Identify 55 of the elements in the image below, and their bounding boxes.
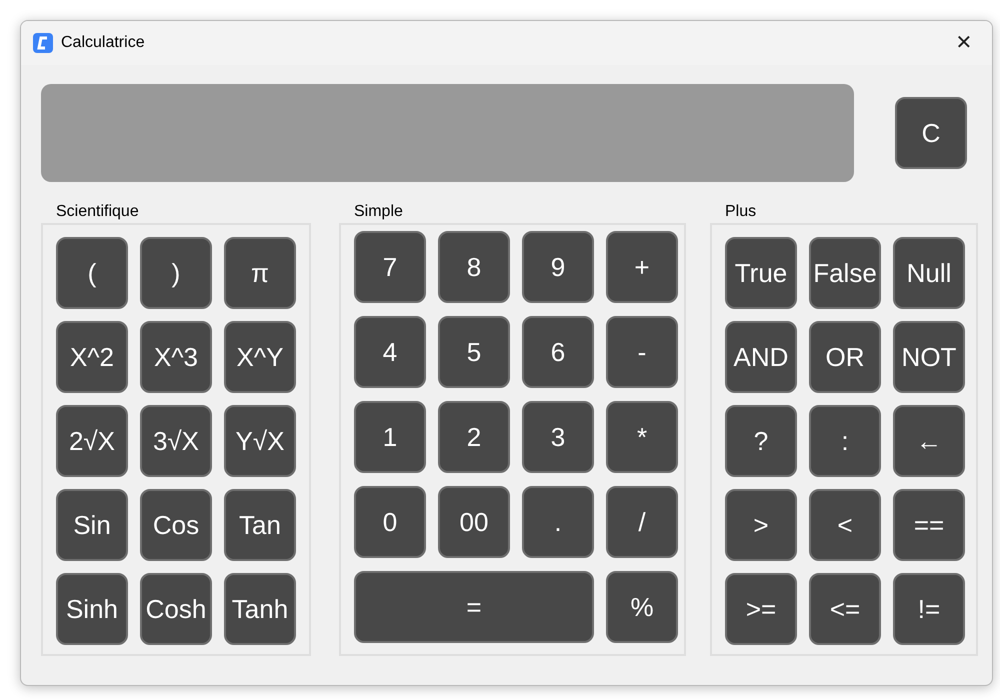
calculator-key[interactable]: 6 <box>522 316 594 388</box>
calculator-key[interactable]: Y√X <box>224 405 296 477</box>
calculator-key[interactable]: False <box>809 237 881 309</box>
calculator-key[interactable]: X^Y <box>224 321 296 393</box>
calculator-key[interactable]: == <box>893 489 965 561</box>
calculator-key[interactable]: / <box>606 486 678 558</box>
calculator-key[interactable]: 2 <box>438 401 510 473</box>
group-label: Simple <box>353 202 404 222</box>
calculator-key[interactable]: True <box>725 237 797 309</box>
calculator-key[interactable]: 9 <box>522 231 594 303</box>
app-logo-icon <box>33 33 53 53</box>
calculator-key[interactable]: 3 <box>522 401 594 473</box>
calculator-key[interactable]: 5 <box>438 316 510 388</box>
calculator-key[interactable]: ? <box>725 405 797 477</box>
calculator-key[interactable]: 0 <box>354 486 426 558</box>
calculator-key[interactable]: . <box>522 486 594 558</box>
calculator-key[interactable]: X^2 <box>56 321 128 393</box>
group-label: Plus <box>724 202 758 222</box>
calculator-key[interactable]: π <box>224 237 296 309</box>
calculator-key[interactable]: * <box>606 401 678 473</box>
calculator-key[interactable]: OR <box>809 321 881 393</box>
calculator-key[interactable]: 7 <box>354 231 426 303</box>
calculator-key[interactable]: 3√X <box>140 405 212 477</box>
calculator-key[interactable]: : <box>809 405 881 477</box>
calculator-key[interactable]: % <box>606 571 678 643</box>
calculator-key[interactable]: Tanh <box>224 573 296 645</box>
calculator-key[interactable]: <= <box>809 573 881 645</box>
calculator-key[interactable]: 2√X <box>56 405 128 477</box>
calculator-key[interactable]: 00 <box>438 486 510 558</box>
group-label: Scientifique <box>55 202 140 222</box>
calculator-key[interactable]: 1 <box>354 401 426 473</box>
calculator-key[interactable]: ← <box>893 405 965 477</box>
calculator-key[interactable]: 4 <box>354 316 426 388</box>
calculator-key[interactable]: + <box>606 231 678 303</box>
calculator-key[interactable]: Sin <box>56 489 128 561</box>
calculator-key[interactable]: - <box>606 316 678 388</box>
calculator-key[interactable]: Cos <box>140 489 212 561</box>
window-title: Calculatrice <box>61 33 145 53</box>
calculator-key[interactable]: NOT <box>893 321 965 393</box>
calculator-key[interactable]: != <box>893 573 965 645</box>
calculator-key[interactable]: = <box>354 571 594 643</box>
calculator-key[interactable]: AND <box>725 321 797 393</box>
calculator-key[interactable]: ) <box>140 237 212 309</box>
calculator-key[interactable]: Null <box>893 237 965 309</box>
calculator-key[interactable]: Sinh <box>56 573 128 645</box>
close-button[interactable]: ✕ <box>948 27 980 59</box>
calculator-key[interactable]: < <box>809 489 881 561</box>
calculator-key[interactable]: > <box>725 489 797 561</box>
clear-button[interactable]: C <box>895 97 967 169</box>
calculator-key[interactable]: Tan <box>224 489 296 561</box>
calculator-key[interactable]: X^3 <box>140 321 212 393</box>
calculator-key[interactable]: >= <box>725 573 797 645</box>
calculator-key[interactable]: Cosh <box>140 573 212 645</box>
calculator-key[interactable]: ( <box>56 237 128 309</box>
calculator-key[interactable]: 8 <box>438 231 510 303</box>
